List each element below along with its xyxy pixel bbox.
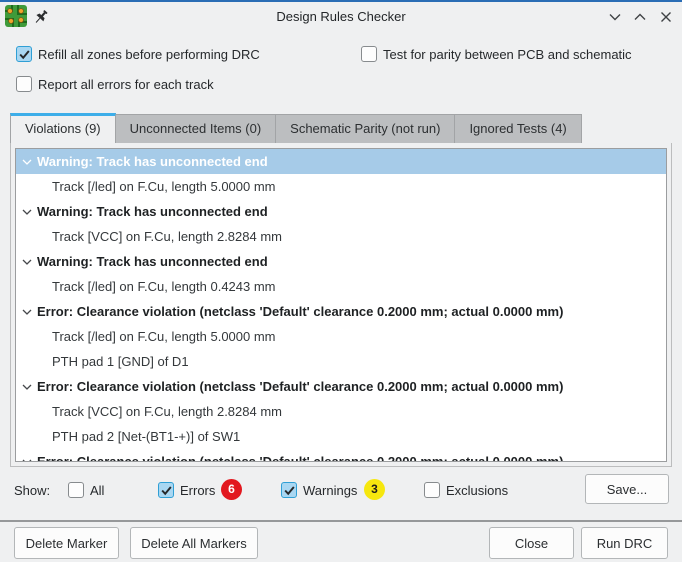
close-icon (660, 11, 672, 23)
chevron-down-icon[interactable] (22, 209, 37, 215)
violation-text: Error: Clearance violation (netclass 'De… (37, 304, 563, 319)
violation-detail-text: Track [VCC] on F.Cu, length 2.8284 mm (52, 229, 282, 244)
show-errors-label: Errors (180, 483, 215, 498)
close-window-button[interactable] (655, 7, 677, 27)
tab-unconnected-items[interactable]: Unconnected Items (0) (116, 114, 277, 144)
tab-label: Ignored Tests (4) (469, 121, 566, 136)
checkmark-icon (18, 48, 31, 61)
save-button[interactable]: Save... (585, 474, 669, 504)
show-warnings-checkbox[interactable] (281, 482, 297, 498)
show-all-checkbox[interactable] (68, 482, 84, 498)
violation-detail-text: Track [/led] on F.Cu, length 5.0000 mm (52, 179, 276, 194)
violation-text: Warning: Track has unconnected end (37, 204, 268, 219)
chevron-down-icon (609, 13, 621, 21)
window-title: Design Rules Checker (0, 9, 682, 24)
violation-detail-row[interactable]: Track [/led] on F.Cu, length 5.0000 mm (16, 174, 666, 199)
violation-text: Warning: Track has unconnected end (37, 254, 268, 269)
show-warnings-label: Warnings (303, 483, 357, 498)
violation-text: Error: Clearance violation (netclass 'De… (37, 454, 563, 462)
violations-list[interactable]: Warning: Track has unconnected end Track… (15, 148, 667, 462)
violation-detail-text: Track [/led] on F.Cu, length 0.4243 mm (52, 279, 276, 294)
show-all-label: All (90, 483, 104, 498)
errors-count-badge: 6 (221, 479, 242, 500)
chevron-down-icon[interactable] (22, 309, 37, 315)
show-exclusions-checkbox[interactable] (424, 482, 440, 498)
divider (0, 520, 682, 522)
delete-all-markers-button[interactable]: Delete All Markers (130, 527, 258, 559)
tab-ignored-tests[interactable]: Ignored Tests (4) (455, 114, 581, 144)
chevron-down-icon[interactable] (22, 384, 37, 390)
report-all-errors-checkbox[interactable] (16, 76, 32, 92)
violation-row[interactable]: Error: Clearance violation (netclass 'De… (16, 449, 666, 462)
show-errors-checkbox[interactable] (158, 482, 174, 498)
tab-schematic-parity[interactable]: Schematic Parity (not run) (276, 114, 455, 144)
maximize-button[interactable] (629, 7, 651, 27)
delete-marker-button[interactable]: Delete Marker (14, 527, 119, 559)
tab-violations[interactable]: Violations (9) (10, 113, 116, 144)
chevron-down-icon[interactable] (22, 459, 37, 463)
violation-detail-row[interactable]: Track [VCC] on F.Cu, length 2.8284 mm (16, 224, 666, 249)
violation-detail-text: PTH pad 2 [Net-(BT1-+)] of SW1 (52, 429, 240, 444)
chevron-up-icon (634, 13, 646, 21)
violation-detail-text: PTH pad 1 [GND] of D1 (52, 354, 189, 369)
violation-detail-row[interactable]: Track [VCC] on F.Cu, length 2.8284 mm (16, 399, 666, 424)
minimize-button[interactable] (604, 7, 626, 27)
violation-text: Error: Clearance violation (netclass 'De… (37, 379, 563, 394)
tab-label: Unconnected Items (0) (130, 121, 262, 136)
titlebar[interactable]: Design Rules Checker (0, 2, 682, 32)
checkmark-icon (283, 484, 296, 497)
chevron-down-icon[interactable] (22, 159, 37, 165)
refill-zones-checkbox[interactable] (16, 46, 32, 62)
violation-detail-row[interactable]: PTH pad 2 [Net-(BT1-+)] of SW1 (16, 424, 666, 449)
violation-detail-row[interactable]: PTH pad 1 [GND] of D1 (16, 349, 666, 374)
drc-dialog: Design Rules Checker Refill all zones be… (0, 0, 682, 562)
violation-detail-row[interactable]: Track [/led] on F.Cu, length 0.4243 mm (16, 274, 666, 299)
show-label: Show: (14, 483, 50, 498)
close-button[interactable]: Close (489, 527, 574, 559)
tab-page-violations: Warning: Track has unconnected end Track… (10, 143, 672, 467)
violation-row[interactable]: Warning: Track has unconnected end (16, 199, 666, 224)
show-exclusions-label: Exclusions (446, 483, 508, 498)
violation-detail-text: Track [/led] on F.Cu, length 5.0000 mm (52, 329, 276, 344)
chevron-down-icon[interactable] (22, 259, 37, 265)
parity-test-label: Test for parity between PCB and schemati… (383, 47, 632, 62)
parity-test-checkbox[interactable] (361, 46, 377, 62)
violation-row[interactable]: Error: Clearance violation (netclass 'De… (16, 299, 666, 324)
violation-row[interactable]: Warning: Track has unconnected end (16, 149, 666, 174)
violation-row[interactable]: Warning: Track has unconnected end (16, 249, 666, 274)
checkmark-icon (160, 484, 173, 497)
violation-detail-text: Track [VCC] on F.Cu, length 2.8284 mm (52, 404, 282, 419)
violation-text: Warning: Track has unconnected end (37, 154, 268, 169)
tab-label: Violations (9) (25, 121, 101, 136)
run-drc-button[interactable]: Run DRC (581, 527, 668, 559)
violation-row[interactable]: Error: Clearance violation (netclass 'De… (16, 374, 666, 399)
warnings-count-badge: 3 (364, 479, 385, 500)
tab-bar: Violations (9) Unconnected Items (0) Sch… (10, 113, 582, 144)
violation-detail-row[interactable]: Track [/led] on F.Cu, length 5.0000 mm (16, 324, 666, 349)
tab-label: Schematic Parity (not run) (290, 121, 440, 136)
refill-zones-label: Refill all zones before performing DRC (38, 47, 260, 62)
report-all-errors-label: Report all errors for each track (38, 77, 214, 92)
